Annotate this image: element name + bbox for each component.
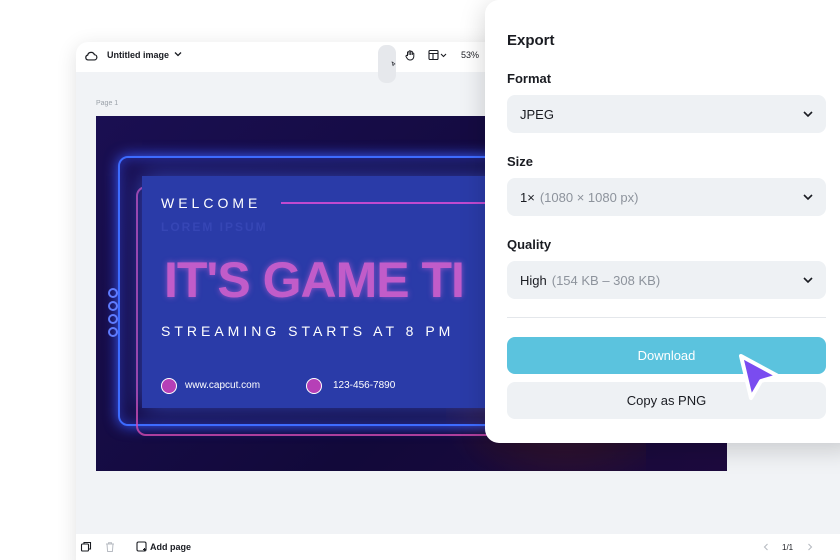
page-label: Page 1 [96, 100, 119, 107]
layout-dropdown-button[interactable] [426, 45, 450, 65]
quality-select[interactable]: High (154 KB – 308 KB) [507, 261, 826, 299]
size-detail: (1080 × 1080 px) [539, 189, 639, 205]
bottom-toolbar: Add page 1/1 [76, 534, 840, 560]
chevron-left-icon[interactable] [760, 541, 772, 553]
phone-text[interactable]: 123-456-7890 [333, 380, 395, 391]
export-title: Export [507, 32, 555, 49]
subhead-text[interactable]: STREAMING STARTS AT 8 PM [161, 323, 454, 339]
lorem-text[interactable]: LOREM IPSUM [161, 220, 268, 234]
format-value: JPEG [520, 106, 554, 122]
pointer-icon [391, 61, 396, 67]
quality-detail: (154 KB – 308 KB) [551, 272, 661, 288]
chevron-down-icon [803, 277, 813, 284]
format-label: Format [507, 71, 552, 86]
layout-icon [428, 49, 447, 61]
duplicate-page-icon[interactable] [80, 541, 92, 553]
chevron-down-icon [803, 194, 813, 201]
trash-icon[interactable] [104, 541, 116, 553]
chevron-right-icon[interactable] [804, 541, 816, 553]
format-select[interactable]: JPEG [507, 95, 826, 133]
add-page-label: Add page [150, 541, 192, 552]
website-bullet [161, 378, 177, 394]
quality-label: Quality [507, 237, 552, 252]
headline-text[interactable]: IT'S GAME TI [164, 251, 465, 309]
size-value: 1× [520, 189, 535, 205]
size-select[interactable]: 1× (1080 × 1080 px) [507, 178, 826, 216]
welcome-text[interactable]: WELCOME [161, 195, 261, 211]
zoom-level[interactable]: 53% [461, 50, 479, 60]
document-title[interactable]: Untitled image [107, 50, 169, 60]
mouse-cursor-icon [739, 354, 780, 400]
quality-value: High [520, 272, 547, 288]
ring-decoration [108, 288, 120, 340]
website-text[interactable]: www.capcut.com [185, 380, 260, 391]
select-tool-button[interactable] [378, 45, 396, 83]
add-page-button[interactable]: Add page [136, 541, 191, 552]
page-counter: 1/1 [782, 543, 794, 552]
cloud-icon[interactable] [84, 49, 98, 63]
hand-tool-button[interactable] [401, 45, 419, 65]
export-panel: Export Format JPEG Size 1× (1080 × 1080 … [485, 0, 840, 443]
phone-bullet [306, 378, 322, 394]
divider [507, 317, 826, 318]
chevron-down-icon[interactable] [173, 49, 183, 59]
chevron-down-icon [803, 111, 813, 118]
size-label: Size [507, 154, 534, 169]
hand-icon [405, 50, 415, 61]
add-page-icon [136, 541, 147, 552]
